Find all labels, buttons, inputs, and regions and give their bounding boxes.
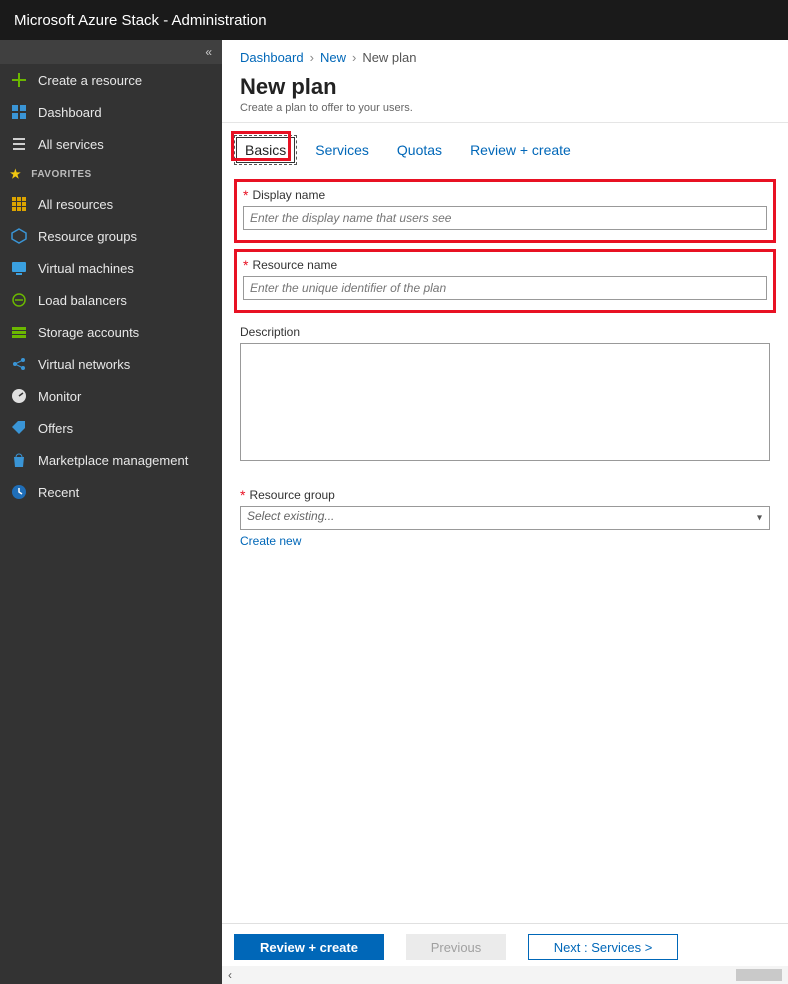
nav-label: Offers [38,421,73,436]
label-text: Resource group [249,488,334,502]
star-icon: ★ [10,167,21,181]
resource-name-label: * Resource name [243,258,767,272]
breadcrumb-dashboard[interactable]: Dashboard [240,50,304,65]
scrollbar-thumb[interactable] [736,969,782,981]
description-input[interactable] [240,343,770,461]
dashboard-icon [10,103,28,121]
previous-button: Previous [406,934,506,960]
chevron-right-icon: › [352,50,356,65]
description-label: Description [240,325,770,339]
grid-icon [10,195,28,213]
page-title: New plan [240,74,770,100]
sidebar-item-recent[interactable]: Recent [0,476,222,508]
breadcrumb-new[interactable]: New [320,50,346,65]
breadcrumb: Dashboard › New › New plan [222,40,788,74]
wizard-footer: Review + create Previous Next : Services… [222,923,788,966]
sidebar-item-virtual-networks[interactable]: Virtual networks [0,348,222,380]
sidebar: « Create a resource Dashboard All servic… [0,40,222,984]
collapse-sidebar-button[interactable]: « [0,40,222,64]
label-text: Resource name [252,258,337,272]
review-create-button[interactable]: Review + create [234,934,384,960]
next-services-button[interactable]: Next : Services > [528,934,678,960]
sidebar-dashboard[interactable]: Dashboard [0,96,222,128]
label-text: Display name [252,188,325,202]
resource-group-label: * Resource group [240,488,770,502]
cube-icon [10,227,28,245]
chevron-double-left-icon: « [205,45,212,59]
content-area: Dashboard › New › New plan New plan Crea… [222,40,788,984]
balance-icon [10,291,28,309]
display-name-input[interactable] [243,206,767,230]
nav-label: Recent [38,485,79,500]
nav-label: Resource groups [38,229,137,244]
display-name-label: * Display name [243,188,767,202]
tab-quotas[interactable]: Quotas [387,136,452,164]
sidebar-item-storage-accounts[interactable]: Storage accounts [0,316,222,348]
sidebar-item-resource-groups[interactable]: Resource groups [0,220,222,252]
nav-label: Dashboard [38,105,102,120]
required-asterisk-icon: * [243,188,248,202]
gauge-icon [10,387,28,405]
sidebar-create-resource[interactable]: Create a resource [0,64,222,96]
tab-basics[interactable]: Basics [234,135,297,165]
resource-group-select[interactable]: Select existing... [240,506,770,530]
sidebar-item-monitor[interactable]: Monitor [0,380,222,412]
monitor-icon [10,259,28,277]
annotation-highlight: * Display name [234,179,776,243]
tab-services[interactable]: Services [305,136,379,164]
resource-name-input[interactable] [243,276,767,300]
bag-icon [10,451,28,469]
scroll-left-icon[interactable]: ‹ [228,968,232,982]
breadcrumb-current: New plan [362,50,416,65]
nav-label: Load balancers [38,293,127,308]
tag-icon [10,419,28,437]
nav-label: Monitor [38,389,81,404]
favorites-label: FAVORITES [31,169,91,180]
app-title: Microsoft Azure Stack - Administration [14,12,267,29]
page-subtitle: Create a plan to offer to your users. [240,102,770,114]
tabs: Basics Services Quotas Review + create [222,123,788,171]
create-new-link[interactable]: Create new [240,534,301,548]
annotation-highlight: * Resource name [234,249,776,313]
tab-review-create[interactable]: Review + create [460,136,581,164]
nav-label: Virtual machines [38,261,134,276]
sidebar-item-all-resources[interactable]: All resources [0,188,222,220]
nav-label: Create a resource [38,73,142,88]
sidebar-item-offers[interactable]: Offers [0,412,222,444]
top-bar: Microsoft Azure Stack - Administration [0,0,788,40]
sidebar-all-services[interactable]: All services [0,128,222,160]
chevron-right-icon: › [310,50,314,65]
sidebar-item-marketplace[interactable]: Marketplace management [0,444,222,476]
label-text: Description [240,325,300,339]
favorites-header: ★ FAVORITES [0,160,222,188]
required-asterisk-icon: * [240,488,245,502]
nav-label: All services [38,137,104,152]
sidebar-item-load-balancers[interactable]: Load balancers [0,284,222,316]
required-asterisk-icon: * [243,258,248,272]
plus-icon [10,71,28,89]
clock-icon [10,483,28,501]
storage-icon [10,323,28,341]
nav-label: Storage accounts [38,325,139,340]
nav-label: Marketplace management [38,453,188,468]
nav-label: All resources [38,197,113,212]
sidebar-item-virtual-machines[interactable]: Virtual machines [0,252,222,284]
nav-label: Virtual networks [38,357,130,372]
network-icon [10,355,28,373]
list-icon [10,135,28,153]
horizontal-scrollbar[interactable]: ‹ [222,966,788,984]
